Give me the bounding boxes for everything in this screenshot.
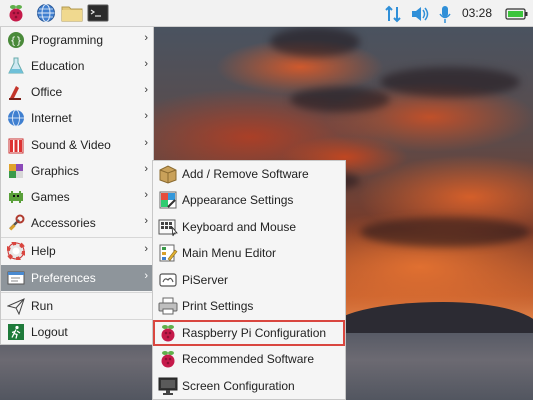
submenu-item-screen-configuration[interactable]: Screen Configuration	[153, 373, 345, 399]
network-arrows-icon[interactable]	[384, 0, 402, 27]
terminal-icon[interactable]	[86, 2, 110, 24]
menu-item-help[interactable]: Help ›	[1, 238, 154, 264]
menu-item-label: Help	[31, 244, 56, 258]
volume-icon[interactable]	[410, 0, 430, 27]
taskbar: 03:28	[0, 0, 533, 27]
submenu-item-label: Appearance Settings	[182, 193, 294, 207]
printer-icon	[158, 296, 178, 316]
submenu-item-piserver[interactable]: PiServer	[153, 267, 345, 293]
chevron-right-icon: ›	[144, 58, 148, 70]
submenu-item-label: Raspberry Pi Configuration	[182, 326, 327, 340]
logout-icon	[7, 323, 25, 341]
add-remove-software-icon	[158, 164, 178, 184]
keyboard-mouse-icon	[158, 217, 178, 237]
menu-item-label: Sound & Video	[31, 138, 111, 152]
raspberry-pi-icon	[158, 349, 178, 369]
svg-text:{}: {}	[10, 36, 22, 47]
submenu-item-label: Keyboard and Mouse	[182, 220, 297, 234]
graphics-icon	[7, 162, 25, 180]
submenu-item-label: Add / Remove Software	[182, 167, 309, 181]
menu-item-games[interactable]: Games ›	[1, 184, 154, 210]
appearance-settings-icon	[158, 190, 178, 210]
menu-item-logout[interactable]: Logout	[1, 319, 154, 345]
submenu-item-label: Screen Configuration	[182, 379, 295, 393]
clock[interactable]: 03:28	[462, 6, 492, 20]
chevron-right-icon: ›	[144, 84, 148, 96]
run-icon	[6, 297, 25, 316]
chevron-right-icon: ›	[144, 110, 148, 122]
menu-item-label: Run	[31, 299, 54, 313]
menu-item-label: Logout	[31, 325, 68, 339]
menu-item-run[interactable]: Run	[1, 293, 154, 319]
main-menu-editor-icon	[158, 243, 178, 263]
programming-icon: {}	[7, 31, 25, 49]
chevron-right-icon: ›	[144, 243, 148, 255]
web-browser-icon[interactable]	[34, 2, 58, 24]
menu-item-label: Programming	[31, 33, 104, 47]
menu-item-label: Accessories	[31, 216, 96, 230]
file-manager-icon[interactable]	[60, 2, 84, 24]
preferences-submenu: Add / Remove Software Appearance Setting…	[152, 160, 346, 400]
submenu-item-label: PiServer	[182, 273, 229, 287]
menu-item-label: Preferences	[31, 271, 96, 285]
submenu-item-add-remove-software[interactable]: Add / Remove Software	[153, 161, 345, 187]
submenu-item-keyboard-mouse[interactable]: Keyboard and Mouse	[153, 214, 345, 240]
submenu-item-label: Recommended Software	[182, 352, 315, 366]
menu-item-accessories[interactable]: Accessories ›	[1, 210, 154, 236]
sound-video-icon	[7, 136, 25, 154]
submenu-item-label: Main Menu Editor	[182, 246, 277, 260]
menu-item-internet[interactable]: Internet ›	[1, 105, 154, 131]
menu-item-education[interactable]: Education ›	[1, 53, 154, 79]
internet-icon	[7, 109, 25, 127]
education-icon	[7, 57, 25, 75]
office-icon	[7, 83, 25, 101]
monitor-icon	[158, 376, 178, 396]
menu-item-programming[interactable]: {} Programming ›	[1, 27, 154, 53]
battery-icon[interactable]	[505, 0, 529, 27]
chevron-right-icon: ›	[144, 189, 148, 201]
submenu-item-print-settings[interactable]: Print Settings	[153, 293, 345, 319]
accessories-icon	[7, 214, 25, 232]
submenu-item-raspberry-pi-configuration[interactable]: Raspberry Pi Configuration	[153, 320, 345, 346]
menu-item-label: Internet	[31, 111, 72, 125]
submenu-item-label: Print Settings	[182, 299, 254, 313]
menu-item-label: Graphics	[31, 164, 80, 178]
raspberry-pi-icon	[158, 323, 178, 343]
microphone-icon[interactable]	[438, 0, 452, 27]
games-icon	[7, 188, 25, 206]
chevron-right-icon: ›	[144, 215, 148, 227]
chevron-right-icon: ›	[144, 270, 148, 282]
chevron-right-icon: ›	[144, 163, 148, 175]
submenu-item-main-menu-editor[interactable]: Main Menu Editor	[153, 240, 345, 266]
chevron-right-icon: ›	[144, 32, 148, 44]
menu-item-label: Education	[31, 59, 85, 73]
menu-item-preferences[interactable]: Preferences ›	[1, 265, 154, 291]
main-menu: {} Programming › Education › Office › In…	[0, 27, 154, 345]
menu-item-sound-video[interactable]: Sound & Video ›	[1, 132, 154, 158]
submenu-item-appearance-settings[interactable]: Appearance Settings	[153, 187, 345, 213]
menu-item-office[interactable]: Office ›	[1, 79, 154, 105]
submenu-item-recommended-software[interactable]: Recommended Software	[153, 346, 345, 372]
menu-item-label: Games	[31, 190, 70, 204]
menu-item-graphics[interactable]: Graphics ›	[1, 158, 154, 184]
help-icon	[6, 241, 26, 261]
menu-item-label: Office	[31, 85, 63, 99]
chevron-right-icon: ›	[144, 137, 148, 149]
preferences-icon	[7, 269, 25, 287]
piserver-icon	[158, 270, 178, 290]
raspberry-menu-icon[interactable]	[4, 2, 28, 24]
